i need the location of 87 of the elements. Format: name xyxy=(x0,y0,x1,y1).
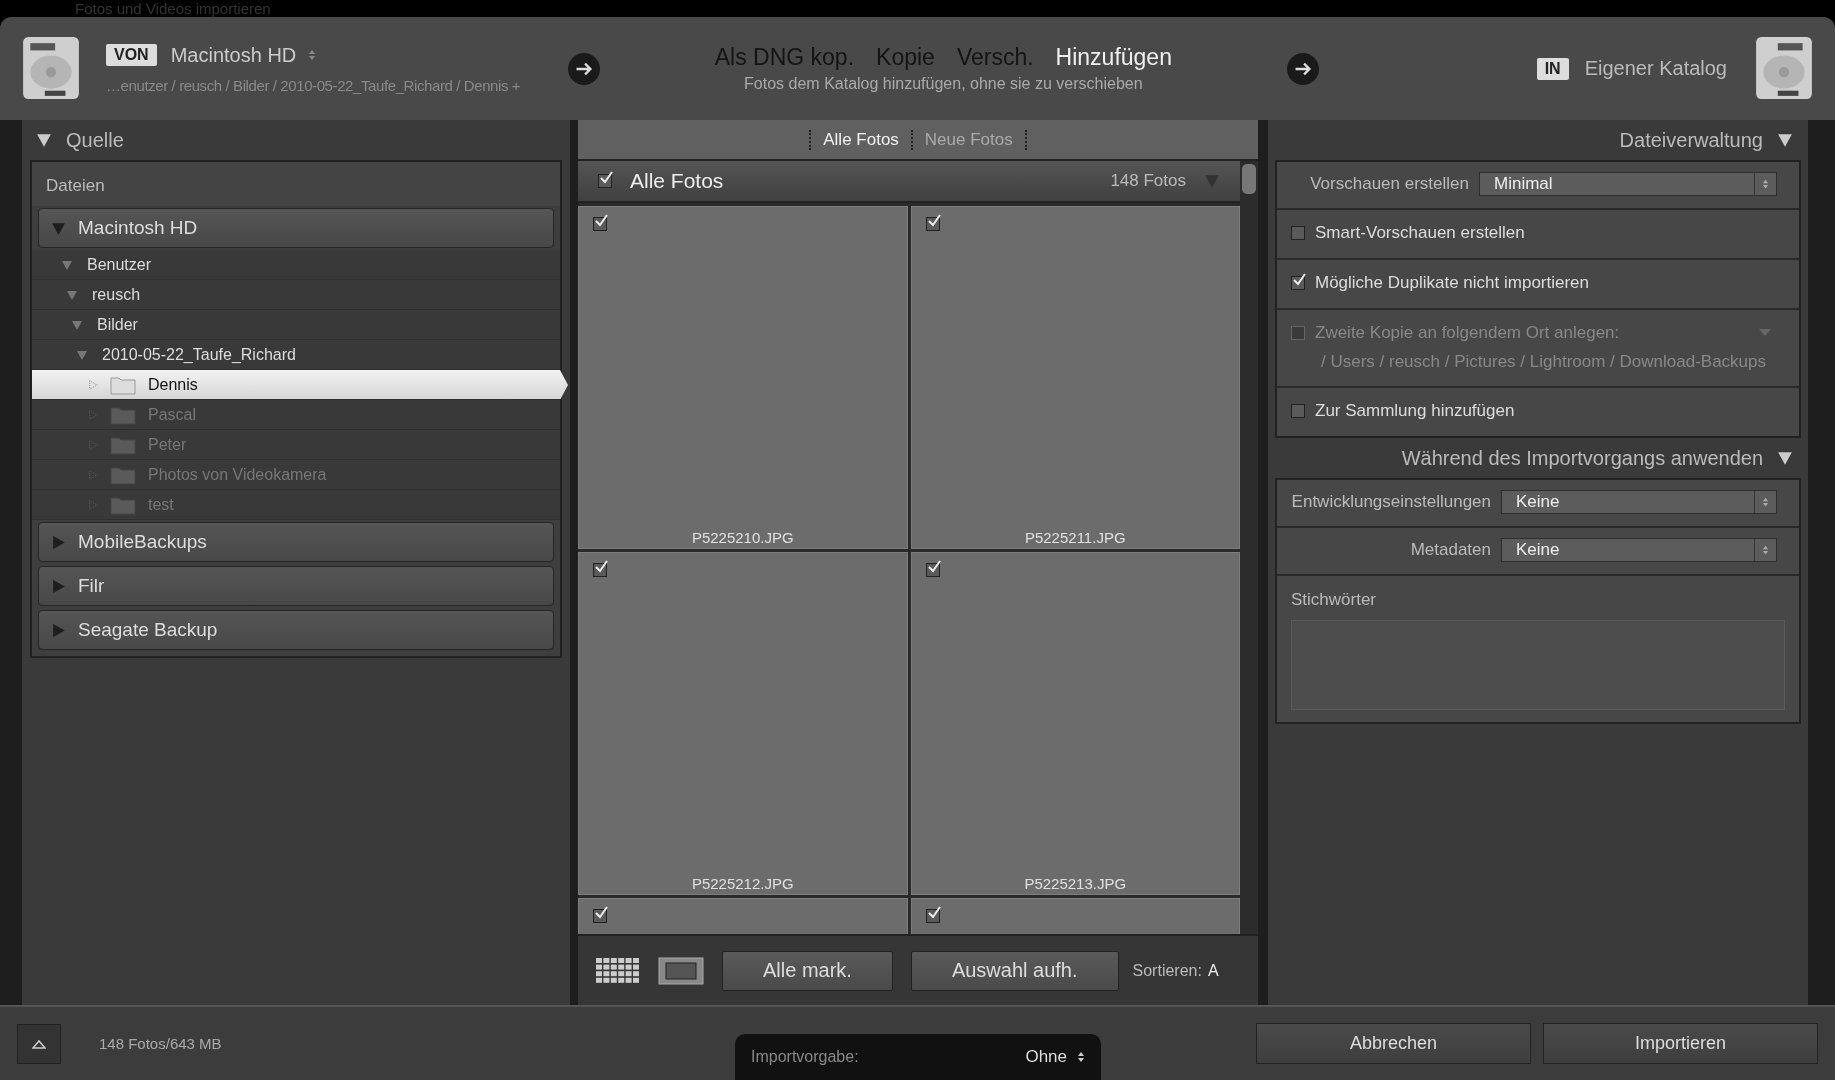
folder-item[interactable]: Bilder xyxy=(32,310,560,340)
photo-cell[interactable]: P5225212.JPG xyxy=(578,552,908,895)
dialog-button[interactable]: Abbrechen xyxy=(1256,1023,1531,1064)
disclosure-triangle-icon xyxy=(88,469,98,480)
sort-value[interactable]: A xyxy=(1207,961,1219,980)
checkbox[interactable] xyxy=(1291,276,1305,290)
folder-icon xyxy=(110,374,136,395)
setting-label: Metadaten xyxy=(1409,540,1491,560)
dialog-button[interactable]: Importieren xyxy=(1543,1023,1818,1064)
volume-item[interactable]: Filr xyxy=(38,566,554,606)
toolbar-button[interactable]: Alle mark. xyxy=(722,950,893,991)
disclosure-triangle-icon xyxy=(88,499,98,510)
loupe-view-icon[interactable] xyxy=(658,956,704,985)
checkbox-label: Zur Sammlung hinzufügen xyxy=(1315,401,1516,421)
checkbox[interactable] xyxy=(925,217,940,231)
status-text: 148 Fotos/643 MB xyxy=(99,1035,222,1052)
source-dropdown[interactable]: Macintosh HD xyxy=(170,43,317,67)
select-dropdown[interactable]: Minimal xyxy=(1479,172,1777,196)
select-dropdown[interactable]: Keine xyxy=(1501,490,1777,514)
photo-cell[interactable]: P5225213.JPG xyxy=(910,552,1240,895)
checkbox[interactable] xyxy=(593,563,607,577)
checkbox[interactable] xyxy=(593,217,607,231)
disclosure-triangle-icon xyxy=(88,439,98,450)
checkbox-label: Mögliche Duplikate nicht importieren xyxy=(1315,273,1591,293)
preset-dropdown[interactable]: Importvorgabe: Ohne xyxy=(735,1034,1101,1080)
collapse-triangle-icon[interactable] xyxy=(36,132,52,148)
updown-icon xyxy=(308,49,317,61)
filter-tab[interactable]: Alle Fotos xyxy=(823,129,899,150)
destination-name: Eigener Katalog xyxy=(1584,57,1727,80)
panel-title: Quelle xyxy=(66,128,124,152)
checkbox[interactable] xyxy=(925,909,940,923)
toolbar-button[interactable]: Auswahl aufh. xyxy=(910,950,1119,991)
setting-label: Entwicklungseinstellungen xyxy=(1291,492,1491,512)
disclosure-triangle-icon xyxy=(51,534,66,550)
disclosure-triangle-icon xyxy=(71,318,83,331)
disclosure-triangle-icon xyxy=(61,258,73,271)
folder-item[interactable]: Benutzer xyxy=(32,250,560,280)
folder-item[interactable]: 2010-05-22_Taufe_Richard xyxy=(32,340,560,370)
updown-icon xyxy=(1077,1051,1085,1063)
select-dropdown[interactable]: Keine xyxy=(1501,538,1777,562)
destination-badge: IN xyxy=(1536,57,1569,80)
disclosure-triangle-icon xyxy=(51,622,66,638)
file-name: P5225211.JPG xyxy=(1024,529,1126,546)
file-name: P5225210.JPG xyxy=(691,529,794,546)
disclosure-triangle-icon xyxy=(51,220,66,236)
disclosure-triangle-icon xyxy=(88,379,98,390)
mode-tab[interactable]: Hinzufügen xyxy=(1055,44,1172,71)
mode-description: Fotos dem Katalog hinzufügen, ohne sie zu verschieben xyxy=(744,75,1143,93)
expand-button[interactable] xyxy=(17,1023,61,1064)
checkbox[interactable] xyxy=(593,909,607,923)
photo-cell[interactable]: P5225210.JPG xyxy=(578,206,908,549)
checkbox-label: Smart-Vorschauen erstellen xyxy=(1315,223,1526,243)
setting-label: Stichwörter xyxy=(1291,590,1378,610)
setting-label: Vorschauen erstellen xyxy=(1309,174,1469,194)
folder-item[interactable]: reusch xyxy=(32,280,560,310)
caret-up-icon xyxy=(32,1038,46,1049)
sort-label: Sortieren: xyxy=(1132,961,1202,980)
disclosure-triangle-icon xyxy=(76,348,88,361)
disclosure-triangle-icon xyxy=(51,578,66,594)
source-badge: VON xyxy=(106,44,157,66)
checkbox[interactable] xyxy=(1291,226,1305,240)
collapse-triangle-icon[interactable] xyxy=(1777,450,1793,466)
grid-view-icon[interactable] xyxy=(596,957,640,984)
panel-title: Dateiverwaltung xyxy=(1619,128,1763,152)
disclosure-triangle-icon xyxy=(66,288,78,301)
checkbox[interactable] xyxy=(598,174,612,188)
volume-item[interactable]: Seagate Backup xyxy=(38,610,554,650)
arrow-right-icon xyxy=(1286,52,1319,85)
grid-title: Alle Fotos xyxy=(630,169,725,193)
arrow-right-icon xyxy=(568,52,600,85)
folder-item[interactable]: Dennis xyxy=(32,370,568,400)
collapse-triangle-icon[interactable] xyxy=(1777,132,1793,148)
panel-title: Während des Importvorgangs anwenden xyxy=(1401,446,1763,470)
checkbox-label: Zweite Kopie an folgendem Ort anlegen: xyxy=(1315,323,1621,343)
file-name: P5225213.JPG xyxy=(1024,875,1127,892)
file-name: P5225212.JPG xyxy=(691,875,794,892)
folder-path: / Users / reusch / Pictures / Lightroom / Download-Backups xyxy=(1320,352,1767,373)
checkbox[interactable] xyxy=(1291,404,1305,418)
volume-item[interactable]: Macintosh HD xyxy=(38,208,554,248)
source-path: …enutzer / reusch / Bilder / 2010-05-22_Taufe_Richard / Dennis + xyxy=(106,76,521,94)
section-label: Dateien xyxy=(32,162,560,206)
volume-item[interactable]: MobileBackups xyxy=(38,522,554,562)
checkbox[interactable] xyxy=(925,563,940,577)
photo-count: 148 Fotos xyxy=(1110,171,1186,191)
photo-cell[interactable]: P5225211.JPG xyxy=(910,206,1240,549)
disclosure-triangle-icon xyxy=(88,409,98,420)
scrollbar-thumb[interactable] xyxy=(1242,164,1256,194)
